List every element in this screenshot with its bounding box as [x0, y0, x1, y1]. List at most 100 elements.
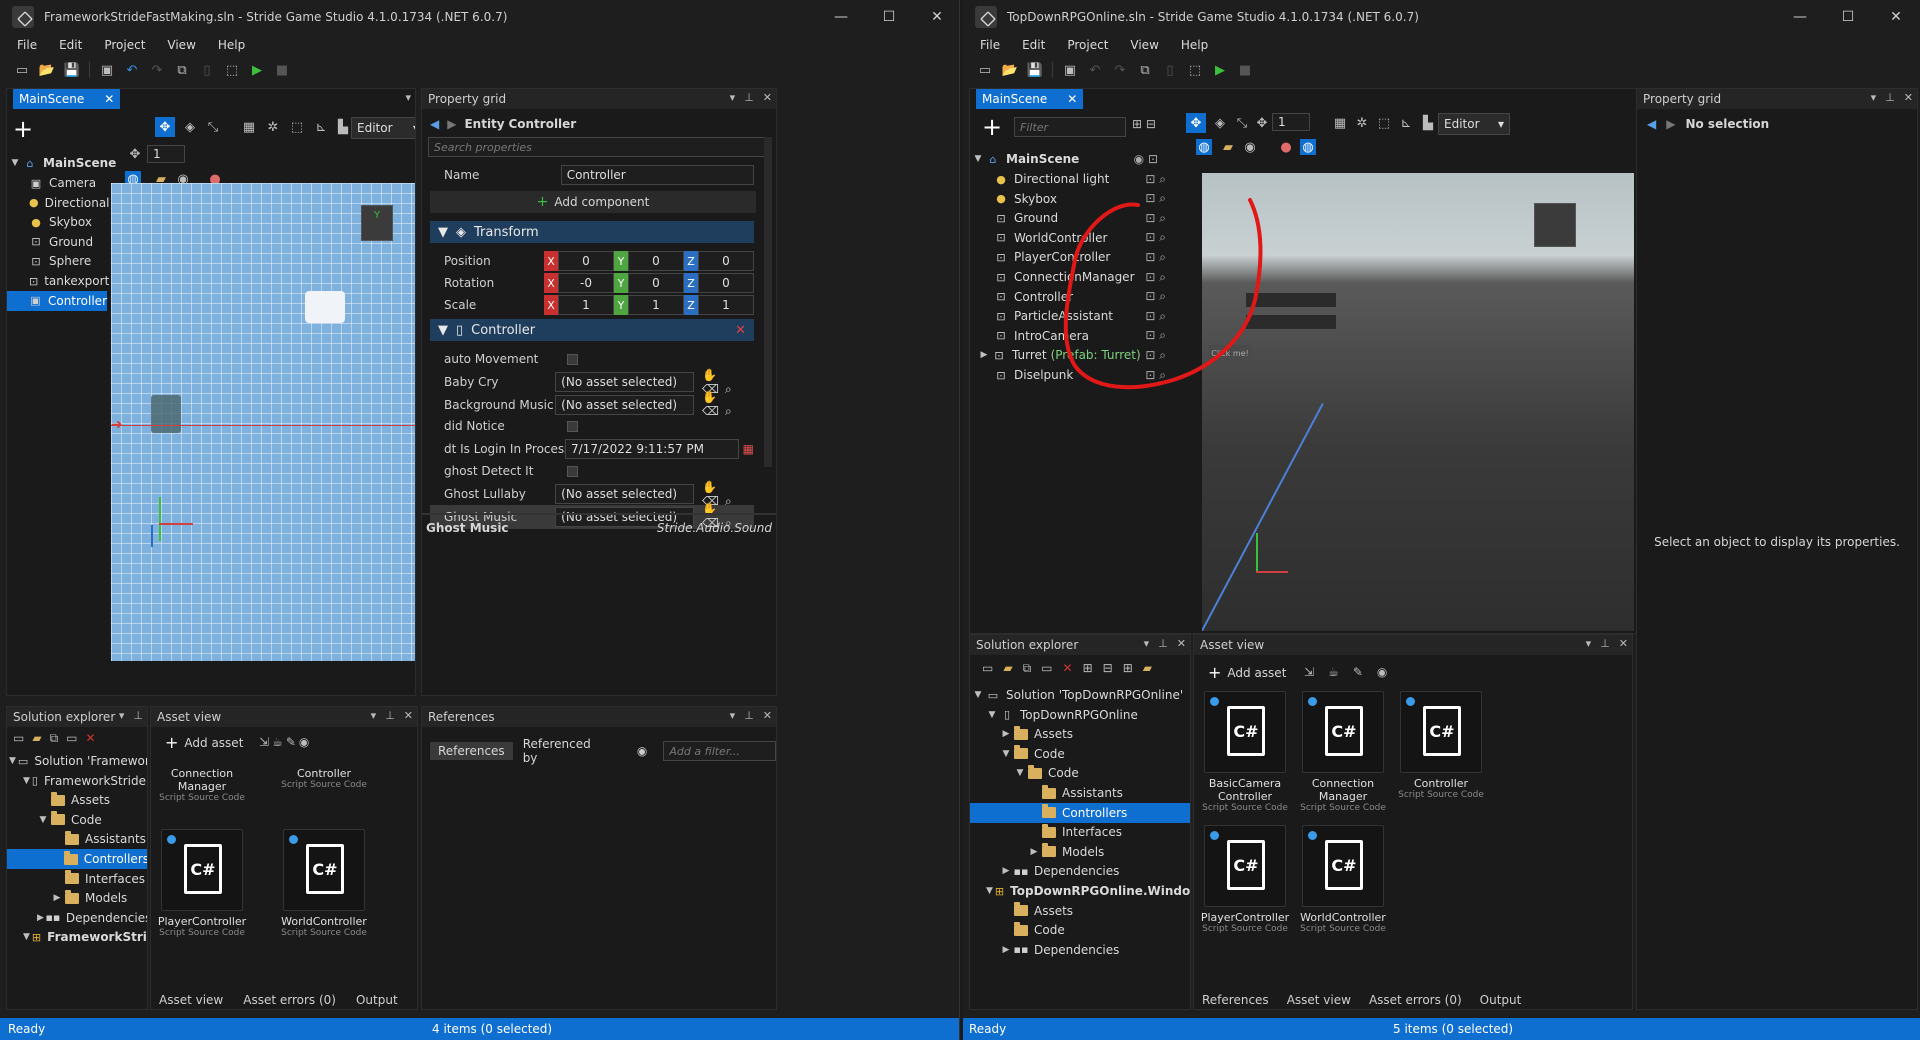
- teapot-icon[interactable]: ☕: [272, 735, 283, 749]
- minimize-icon[interactable]: —: [818, 0, 864, 34]
- globe-icon[interactable]: ◍: [1196, 139, 1212, 155]
- undo-icon[interactable]: ↶: [1087, 62, 1103, 78]
- asset-picker-field[interactable]: (No asset selected): [555, 372, 694, 393]
- expand-icon[interactable]: ▼: [986, 710, 998, 720]
- visibility-lock-icons[interactable]: ◉ ⊡: [1134, 152, 1158, 166]
- camera-icon[interactable]: ⬚: [1376, 115, 1392, 131]
- scene-entity[interactable]: ⊡ WorldController ⊡ ⌕: [970, 228, 1172, 248]
- copy-icon[interactable]: ⧉: [50, 731, 59, 746]
- axis-icon[interactable]: ⊾: [313, 119, 329, 135]
- search-properties-input[interactable]: Search properties: [428, 137, 772, 157]
- solution-tree-item[interactable]: ▼ Code: [970, 744, 1190, 764]
- solution-tree-item[interactable]: Controllers: [970, 802, 1190, 823]
- scene-entity[interactable]: ● Skybox: [7, 212, 107, 232]
- dropdown-icon[interactable]: ▾: [119, 709, 125, 722]
- solution-tree-item[interactable]: Controllers: [7, 849, 147, 869]
- position-y[interactable]: 0: [628, 251, 684, 271]
- camera-gizmo-icon[interactable]: [305, 291, 345, 323]
- expand-icon[interactable]: ▼: [9, 158, 21, 168]
- globe-2-icon[interactable]: ◍: [1300, 139, 1316, 155]
- axis-icon[interactable]: ⊾: [1398, 115, 1414, 131]
- solution-tree-item[interactable]: ▼⊞ FrameworkStrideI: [7, 927, 147, 947]
- scene-entity[interactable]: ⊡ Controller ⊡ ⌕: [970, 287, 1172, 307]
- dropdown-icon[interactable]: ▾: [371, 709, 377, 722]
- solution-tree-item[interactable]: Interfaces: [970, 822, 1190, 842]
- close-icon[interactable]: ✕: [1873, 0, 1919, 34]
- scale-x[interactable]: 1: [558, 295, 614, 315]
- import-icon[interactable]: ⇲: [1304, 665, 1314, 679]
- lock-search-icons[interactable]: ⊡ ⌕: [1145, 348, 1166, 363]
- position-x[interactable]: 0: [558, 251, 614, 271]
- copy-icon[interactable]: ⧉: [1023, 661, 1032, 676]
- new-icon[interactable]: ▭: [14, 62, 30, 78]
- tank-model[interactable]: [151, 395, 181, 433]
- scene-entity[interactable]: ⊡ ConnectionManager ⊡ ⌕: [970, 267, 1172, 287]
- close-tab-icon[interactable]: ✕: [1067, 92, 1077, 106]
- close-icon[interactable]: ✕: [763, 91, 772, 104]
- scene-entity[interactable]: ⊡ Ground ⊡ ⌕: [970, 208, 1172, 228]
- scene-entity[interactable]: ⊡ IntroCamera ⊡ ⌕: [970, 326, 1172, 346]
- build-icon[interactable]: ⬚: [1187, 62, 1203, 78]
- expand-icon[interactable]: ▼: [986, 886, 993, 896]
- file-icon[interactable]: ▯: [199, 62, 215, 78]
- lock-search-icons[interactable]: ⊡ ⌕: [1145, 309, 1166, 324]
- expand-icon[interactable]: ▼: [9, 756, 16, 766]
- position-z[interactable]: 0: [698, 251, 754, 271]
- eye-icon[interactable]: ◉: [1377, 665, 1387, 679]
- close-icon[interactable]: ✕: [763, 709, 772, 722]
- add-asset-button[interactable]: + Add asset: [165, 733, 243, 752]
- pencil-icon[interactable]: ✎: [286, 735, 296, 749]
- asset-tile[interactable]: Connection Manager Script Source Code: [153, 763, 251, 803]
- solution-tree-item[interactable]: ▼ Code: [7, 810, 147, 830]
- add-asset-button[interactable]: + Add asset: [1208, 663, 1286, 682]
- menu-help[interactable]: Help: [1170, 38, 1219, 52]
- rotation-x[interactable]: -0: [558, 273, 614, 293]
- forward-icon[interactable]: ▶: [1666, 117, 1675, 131]
- expand-icon[interactable]: ▶: [37, 913, 44, 923]
- scene-entity[interactable]: ⊡ Sphere: [7, 251, 107, 271]
- delete-icon[interactable]: ✕: [86, 731, 96, 746]
- eye-icon[interactable]: ◉: [637, 744, 647, 758]
- maximize-icon[interactable]: ☐: [866, 0, 912, 34]
- editor-mode-select[interactable]: Editor ▾: [1438, 113, 1510, 135]
- grid-icon[interactable]: ▦: [241, 119, 257, 135]
- move-icon[interactable]: ✥: [127, 146, 143, 162]
- scale-icon[interactable]: ⤡: [1234, 115, 1250, 131]
- rotate-icon[interactable]: ◈: [182, 119, 198, 135]
- asset-picker-field[interactable]: (No asset selected): [555, 394, 694, 415]
- dropdown-icon[interactable]: ▾: [1144, 637, 1150, 650]
- grid-icon[interactable]: ▦: [1332, 115, 1348, 131]
- tab-asset-errors[interactable]: Asset errors (0): [235, 993, 344, 1007]
- window-icon[interactable]: ▣: [1062, 62, 1078, 78]
- scene-entity[interactable]: ⊡ ParticleAssistant ⊡ ⌕: [970, 306, 1172, 326]
- pin-icon[interactable]: ⊥: [1885, 91, 1895, 104]
- menu-edit[interactable]: Edit: [48, 38, 93, 52]
- solution-tree-item[interactable]: Interfaces: [7, 869, 147, 889]
- pin-icon[interactable]: ⊥: [1600, 637, 1610, 650]
- tab-referenced-by[interactable]: Referenced by: [519, 735, 609, 767]
- asset-tile[interactable]: C# Controller Script Source Code: [1392, 691, 1490, 800]
- forward-icon[interactable]: ▶: [447, 117, 456, 131]
- folder-icon[interactable]: ▰: [1003, 661, 1012, 676]
- translate-icon[interactable]: ✥: [155, 117, 175, 137]
- visual-studio-icon[interactable]: ⧉: [1137, 62, 1153, 78]
- close-icon[interactable]: ✕: [1177, 637, 1186, 650]
- lock-search-icons[interactable]: ⊡ ⌕: [1145, 250, 1166, 265]
- scene-entity[interactable]: ▣ Controller: [7, 290, 107, 311]
- redo-icon[interactable]: ↷: [149, 62, 165, 78]
- scene-entity[interactable]: ● Skybox ⊡ ⌕: [970, 189, 1172, 209]
- rotation-y[interactable]: 0: [628, 273, 684, 293]
- property-checkbox[interactable]: [567, 465, 578, 477]
- tab-asset-view[interactable]: Asset view: [151, 993, 231, 1007]
- expand-icon[interactable]: ▼: [972, 154, 984, 164]
- rotation-z[interactable]: 0: [698, 273, 754, 293]
- lock-search-icons[interactable]: ⊡ ⌕: [1145, 211, 1166, 226]
- collapse-all-icon[interactable]: ⊟: [1103, 661, 1113, 676]
- controller-section[interactable]: ▼ ▯ Controller ✕: [430, 319, 754, 341]
- expand-all-icon[interactable]: ⊞: [1123, 661, 1133, 676]
- solution-tree-item[interactable]: ▶ Models: [970, 842, 1190, 862]
- tab-mainscene[interactable]: MainScene ✕: [13, 89, 121, 109]
- build-icon[interactable]: ⬚: [224, 62, 240, 78]
- solution-tree-item[interactable]: ▼▯ FrameworkStrideFas: [7, 771, 147, 791]
- dropdown-icon[interactable]: ▾: [1586, 637, 1592, 650]
